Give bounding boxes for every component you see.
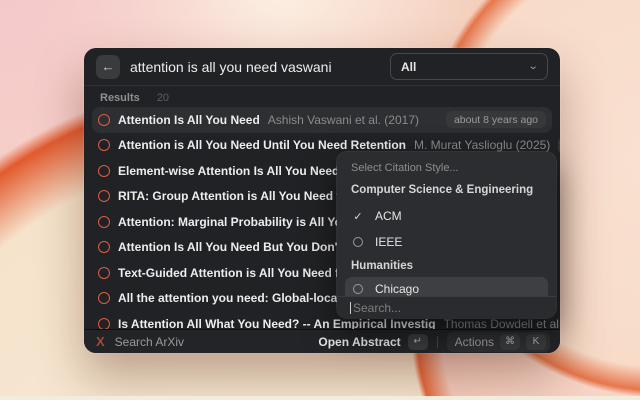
radio-icon — [353, 237, 363, 247]
paper-circle-icon — [98, 241, 110, 253]
citation-option-ieee[interactable]: IEEE — [345, 230, 548, 254]
citation-option-label: IEEE — [375, 235, 402, 249]
paper-circle-icon — [98, 190, 110, 202]
wallpaper-bottom-strip — [0, 396, 640, 400]
window-footer: X Search ArXiv Open Abstract ↵ Actions ⌘… — [84, 329, 560, 353]
paper-authors: Thomas Dowdell et al. (2019) — [444, 317, 560, 329]
command-key-icon: ⌘ — [500, 334, 520, 350]
return-key-icon: ↵ — [408, 334, 428, 350]
citation-search-placeholder: Search... — [353, 301, 401, 315]
search-input[interactable]: attention is all you need vaswani — [130, 59, 380, 75]
arxiv-x-icon: X — [96, 334, 105, 349]
paper-authors: Ashish Vaswani et al. (2017) — [268, 113, 419, 127]
actions-label: Actions — [455, 335, 494, 349]
citation-option-label: ACM — [375, 209, 402, 223]
text-cursor — [350, 302, 351, 314]
search-bar: ← attention is all you need vaswani All … — [84, 48, 560, 86]
paper-title: Attention Is All You Need — [118, 113, 260, 127]
search-arxiv-window: ← attention is all you need vaswani All … — [84, 48, 560, 353]
results-label: Results — [100, 92, 140, 104]
open-abstract-button[interactable]: Open Abstract ↵ — [318, 334, 427, 350]
back-button[interactable]: ← — [96, 55, 120, 79]
check-icon: ✓ — [352, 210, 364, 223]
paper-circle-icon — [98, 267, 110, 279]
paper-circle-icon — [98, 165, 110, 177]
citation-style-dropdown: Select Citation Style... Computer Scienc… — [337, 152, 556, 318]
paper-title: Element-wise Attention Is All You Need — [118, 164, 339, 178]
paper-authors: M. Murat Yaslioglu (2025) — [414, 138, 550, 152]
radio-icon — [353, 284, 363, 294]
results-count: 20 — [157, 92, 169, 104]
paper-circle-icon — [98, 139, 110, 151]
citation-option-acm[interactable]: ✓ ACM — [345, 204, 548, 228]
results-header: Results 20 — [84, 86, 560, 107]
actions-button[interactable]: Actions ⌘ K — [447, 332, 550, 352]
citation-option-label: Chicago — [375, 282, 419, 296]
k-key-icon: K — [526, 334, 546, 350]
section-computer-science: Computer Science & Engineering — [351, 180, 548, 200]
updated-badge: 7 months ago — [558, 137, 560, 154]
paper-title: Is Attention All What You Need? -- An Em… — [118, 317, 436, 329]
paper-circle-icon — [98, 292, 110, 304]
filter-dropdown[interactable]: All ⌄ — [390, 53, 548, 80]
result-row[interactable]: Attention Is All You Need Ashish Vaswani… — [92, 107, 552, 133]
updated-badge: about 8 years ago — [446, 111, 546, 128]
app-label: Search ArXiv — [115, 335, 184, 349]
section-humanities: Humanities — [351, 256, 548, 276]
citation-dropdown-header: Select Citation Style... — [351, 158, 548, 178]
paper-circle-icon — [98, 216, 110, 228]
paper-title: Attention is All You Need Until You Need… — [118, 138, 406, 152]
open-abstract-label: Open Abstract — [318, 335, 400, 349]
desktop: ← attention is all you need vaswani All … — [0, 0, 640, 400]
paper-circle-icon — [98, 114, 110, 126]
citation-search-input[interactable]: Search... — [337, 296, 556, 318]
paper-circle-icon — [98, 318, 110, 329]
footer-divider — [437, 336, 438, 348]
filter-value: All — [401, 60, 416, 74]
footer-actions: Open Abstract ↵ Actions ⌘ K — [318, 332, 550, 352]
chevron-down-icon: ⌄ — [527, 62, 538, 72]
